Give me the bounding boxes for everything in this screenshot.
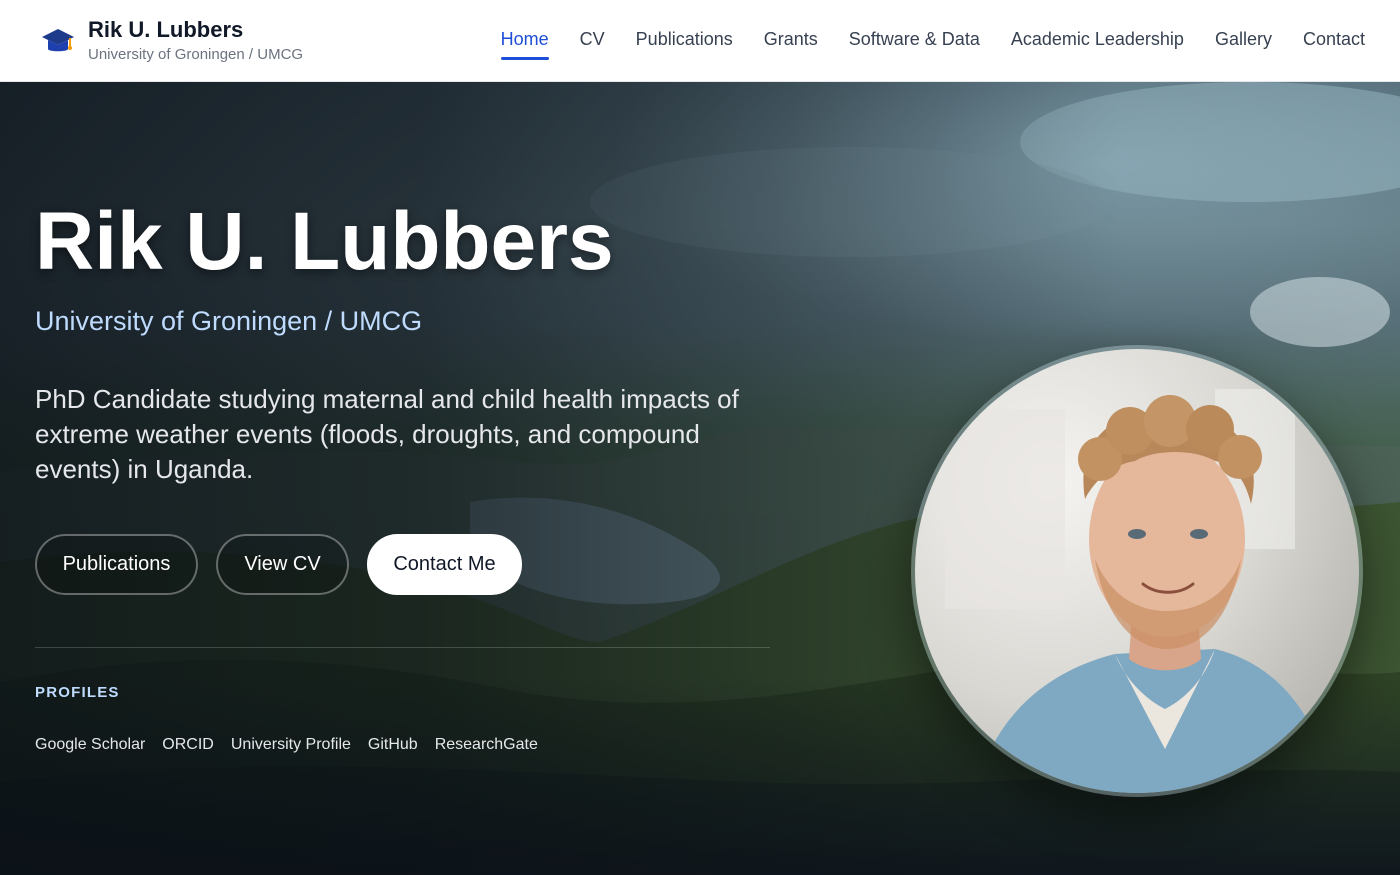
contact-me-button[interactable]: Contact Me xyxy=(367,534,522,595)
profile-link-orcid[interactable]: ORCID xyxy=(162,736,214,754)
brand-name: Rik U. Lubbers xyxy=(88,16,244,42)
hero-section: Rik U. Lubbers University of Groningen /… xyxy=(0,82,1400,875)
profile-photo xyxy=(915,349,1359,793)
graduation-cap-icon xyxy=(40,23,76,59)
nav-home[interactable]: Home xyxy=(500,25,549,60)
profile-links: Google Scholar ORCID University Profile … xyxy=(35,736,538,754)
hero-description: PhD Candidate studying maternal and chil… xyxy=(35,384,739,484)
profile-link-google-scholar[interactable]: Google Scholar xyxy=(35,736,145,754)
profile-link-university-profile[interactable]: University Profile xyxy=(231,736,351,754)
profile-link-github[interactable]: GitHub xyxy=(368,736,418,754)
main-nav: Home CV Publications Grants Software & D… xyxy=(500,25,1365,60)
nav-academic-leadership[interactable]: Academic Leadership xyxy=(1011,25,1184,56)
brand-subtitle: University of Groningen / UMCG xyxy=(88,45,304,63)
view-cv-button[interactable]: View CV xyxy=(216,534,349,595)
profiles-heading: PROFILES xyxy=(35,684,120,701)
brand[interactable]: Rik U. Lubbers University of Groningen /… xyxy=(40,17,303,65)
hero-divider xyxy=(35,647,770,648)
nav-gallery[interactable]: Gallery xyxy=(1215,25,1272,56)
nav-grants[interactable]: Grants xyxy=(764,25,818,56)
site-header: Rik U. Lubbers University of Groningen /… xyxy=(0,0,1400,82)
nav-software-data[interactable]: Software & Data xyxy=(849,25,980,56)
hero-affiliation: University of Groningen / UMCG xyxy=(35,306,423,336)
profile-link-researchgate[interactable]: ResearchGate xyxy=(435,736,538,754)
hero-buttons: Publications View CV Contact Me xyxy=(35,534,522,595)
nav-cv[interactable]: CV xyxy=(580,25,605,56)
publications-button[interactable]: Publications xyxy=(35,534,198,595)
hero-title: Rik U. Lubbers xyxy=(35,196,614,287)
nav-contact[interactable]: Contact xyxy=(1303,25,1365,56)
nav-publications[interactable]: Publications xyxy=(636,25,733,56)
portrait-frame xyxy=(911,345,1363,797)
